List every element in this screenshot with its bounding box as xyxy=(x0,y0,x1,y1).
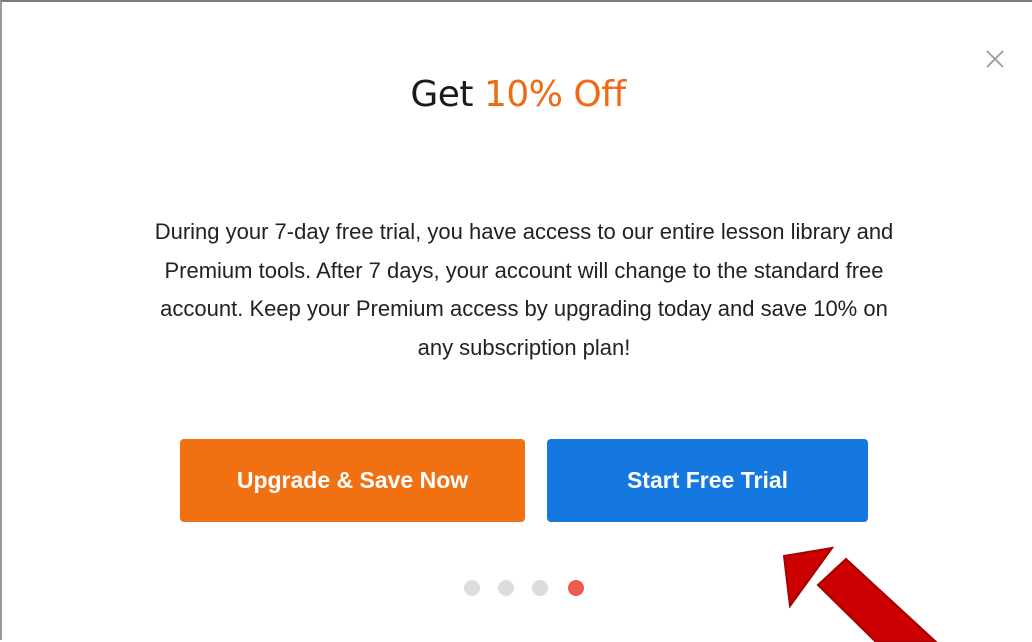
description-line: During your 7-day free trial, you have a… xyxy=(154,219,894,244)
upgrade-save-now-button[interactable]: Upgrade & Save Now xyxy=(180,439,525,522)
promo-modal: Get 10% Off During your 7-day free trial… xyxy=(0,0,1032,642)
close-icon xyxy=(986,50,1004,68)
close-button[interactable] xyxy=(980,44,1010,74)
pagination-dot-2[interactable] xyxy=(498,580,514,596)
arrow-head xyxy=(782,546,835,609)
pagination-dot-4[interactable] xyxy=(568,580,584,596)
description-line: account. Keep your Premium access by upg… xyxy=(160,296,888,321)
description-line: any subscription plan! xyxy=(417,334,631,360)
description-line: Premium tools. After 7 days, your accoun… xyxy=(164,257,884,283)
pagination-dots xyxy=(460,580,590,598)
pagination-dot-3[interactable] xyxy=(532,580,548,596)
arrow-shaft xyxy=(816,557,938,642)
modal-title: Get 10% Off xyxy=(2,74,1032,115)
title-highlight: 10% Off xyxy=(483,74,626,115)
title-prefix: Get xyxy=(410,74,484,115)
modal-description: During your 7-day free trial, you have a… xyxy=(82,213,966,367)
start-free-trial-button[interactable]: Start Free Trial xyxy=(547,439,868,522)
pagination-dot-1[interactable] xyxy=(464,580,480,596)
